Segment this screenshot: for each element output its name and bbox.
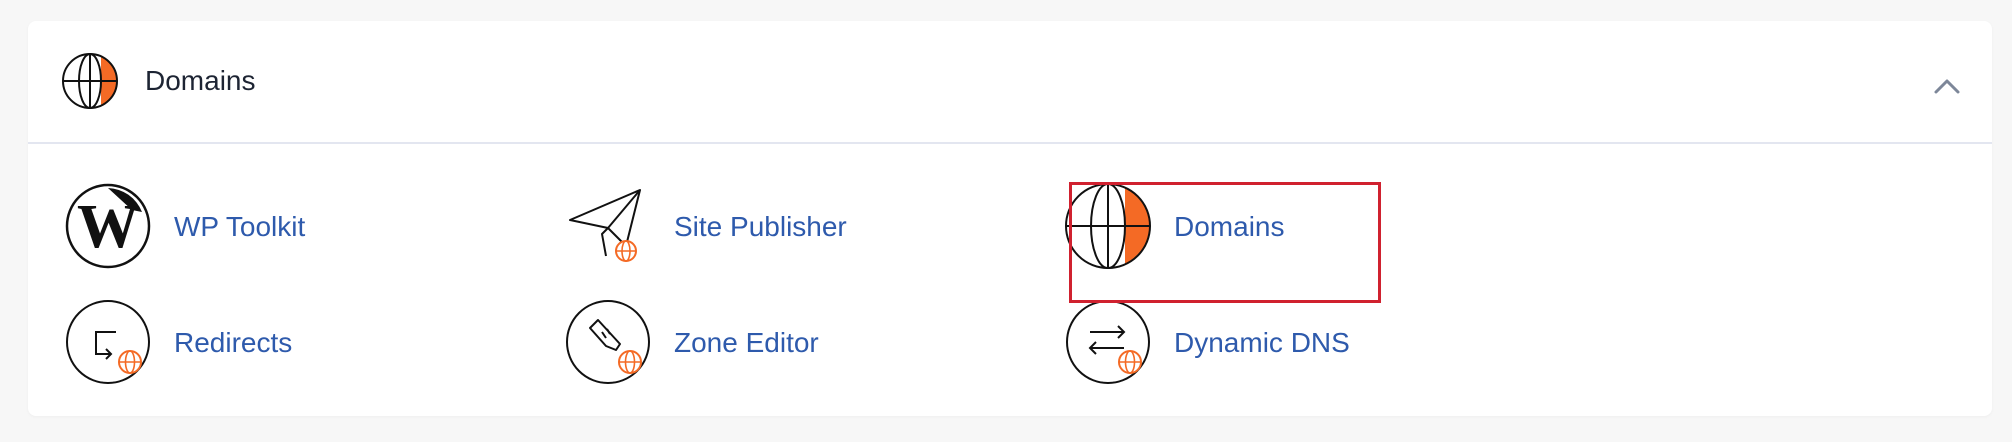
wp-toolkit-label: WP Toolkit bbox=[174, 211, 306, 242]
wordpress-icon: W bbox=[65, 183, 151, 269]
wp-toolkit-link[interactable]: W WP Toolkit bbox=[62, 180, 362, 276]
site-publisher-link[interactable]: Site Publisher bbox=[562, 180, 902, 276]
domains-section-header[interactable]: Domains bbox=[28, 21, 1992, 144]
redirect-arrow-globe-icon bbox=[66, 300, 150, 384]
redirects-label: Redirects bbox=[174, 327, 293, 358]
dynamic-dns-label: Dynamic DNS bbox=[1174, 327, 1350, 358]
svg-text:W: W bbox=[77, 193, 139, 261]
swap-arrows-globe-icon bbox=[1066, 300, 1150, 384]
chevron-up-icon[interactable] bbox=[1930, 69, 1964, 103]
pen-globe-icon bbox=[566, 300, 650, 384]
domains-panel: Domains W WP Toolkit Site Publisher Doma… bbox=[28, 21, 1992, 416]
redirects-link[interactable]: Redirects bbox=[62, 296, 362, 392]
section-title: Domains bbox=[145, 65, 256, 96]
site-publisher-label: Site Publisher bbox=[674, 211, 847, 242]
domains-highlight-box bbox=[1069, 182, 1381, 303]
dynamic-dns-link[interactable]: Dynamic DNS bbox=[1062, 296, 1402, 392]
zone-editor-label: Zone Editor bbox=[674, 327, 819, 358]
paper-plane-globe-icon bbox=[569, 189, 641, 262]
globe-icon bbox=[62, 53, 118, 109]
zone-editor-link[interactable]: Zone Editor bbox=[562, 296, 902, 392]
